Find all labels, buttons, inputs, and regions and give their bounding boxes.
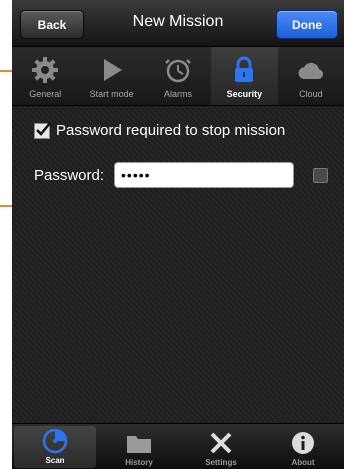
tab-alarms[interactable]: Alarms [145, 47, 211, 105]
scan-icon [42, 428, 68, 454]
password-field[interactable]: ••••• [114, 162, 295, 188]
tab-scan[interactable]: Scan [14, 426, 96, 468]
password-required-label: Password required to stop mission [56, 122, 286, 139]
tab-history[interactable]: History [98, 424, 180, 469]
tab-general[interactable]: General [12, 47, 78, 105]
tab-history-label: History [125, 458, 153, 467]
done-button[interactable]: Done [276, 10, 338, 39]
tab-start-mode-label: Start mode [89, 89, 134, 99]
password-required-checkbox[interactable] [34, 121, 51, 139]
checkmark-icon [36, 121, 51, 136]
tab-settings[interactable]: Settings [180, 424, 262, 469]
password-row: Password: ••••• [34, 162, 295, 188]
folder-icon [127, 436, 151, 453]
tab-cloud[interactable]: Cloud [278, 47, 344, 105]
navigation-bar: Back New Mission Done [12, 0, 344, 47]
tab-start-mode[interactable]: Start mode [78, 47, 144, 105]
tab-general-label: General [29, 89, 62, 99]
tab-about-label: About [291, 458, 315, 467]
mission-section-tabs: General Start mode Alarms Security Cloud [12, 47, 344, 106]
gear-icon [32, 57, 59, 83]
tab-about[interactable]: About [262, 424, 344, 469]
lock-icon [235, 56, 254, 82]
tab-alarms-label: Alarms [164, 89, 193, 99]
tab-security-label: Security [226, 89, 263, 99]
password-required-row: Password required to stop mission [34, 121, 286, 139]
alarm-clock-icon [165, 59, 191, 83]
password-label: Password: [34, 166, 105, 184]
tab-settings-label: Settings [205, 458, 237, 467]
tab-security[interactable]: Security [211, 47, 278, 105]
play-icon [103, 59, 122, 81]
cloud-icon [298, 62, 323, 79]
phone-screen: Back New Mission Done General Start mode… [12, 0, 344, 469]
show-password-checkbox[interactable] [313, 168, 328, 183]
tab-scan-label: Scan [45, 456, 65, 465]
tools-icon [210, 432, 232, 454]
page-title: New Mission [132, 13, 224, 30]
tab-cloud-label: Cloud [299, 89, 323, 99]
info-icon [292, 432, 314, 454]
bottom-tab-bar: Scan History Settings About [12, 423, 344, 469]
back-button[interactable]: Back [20, 10, 84, 39]
